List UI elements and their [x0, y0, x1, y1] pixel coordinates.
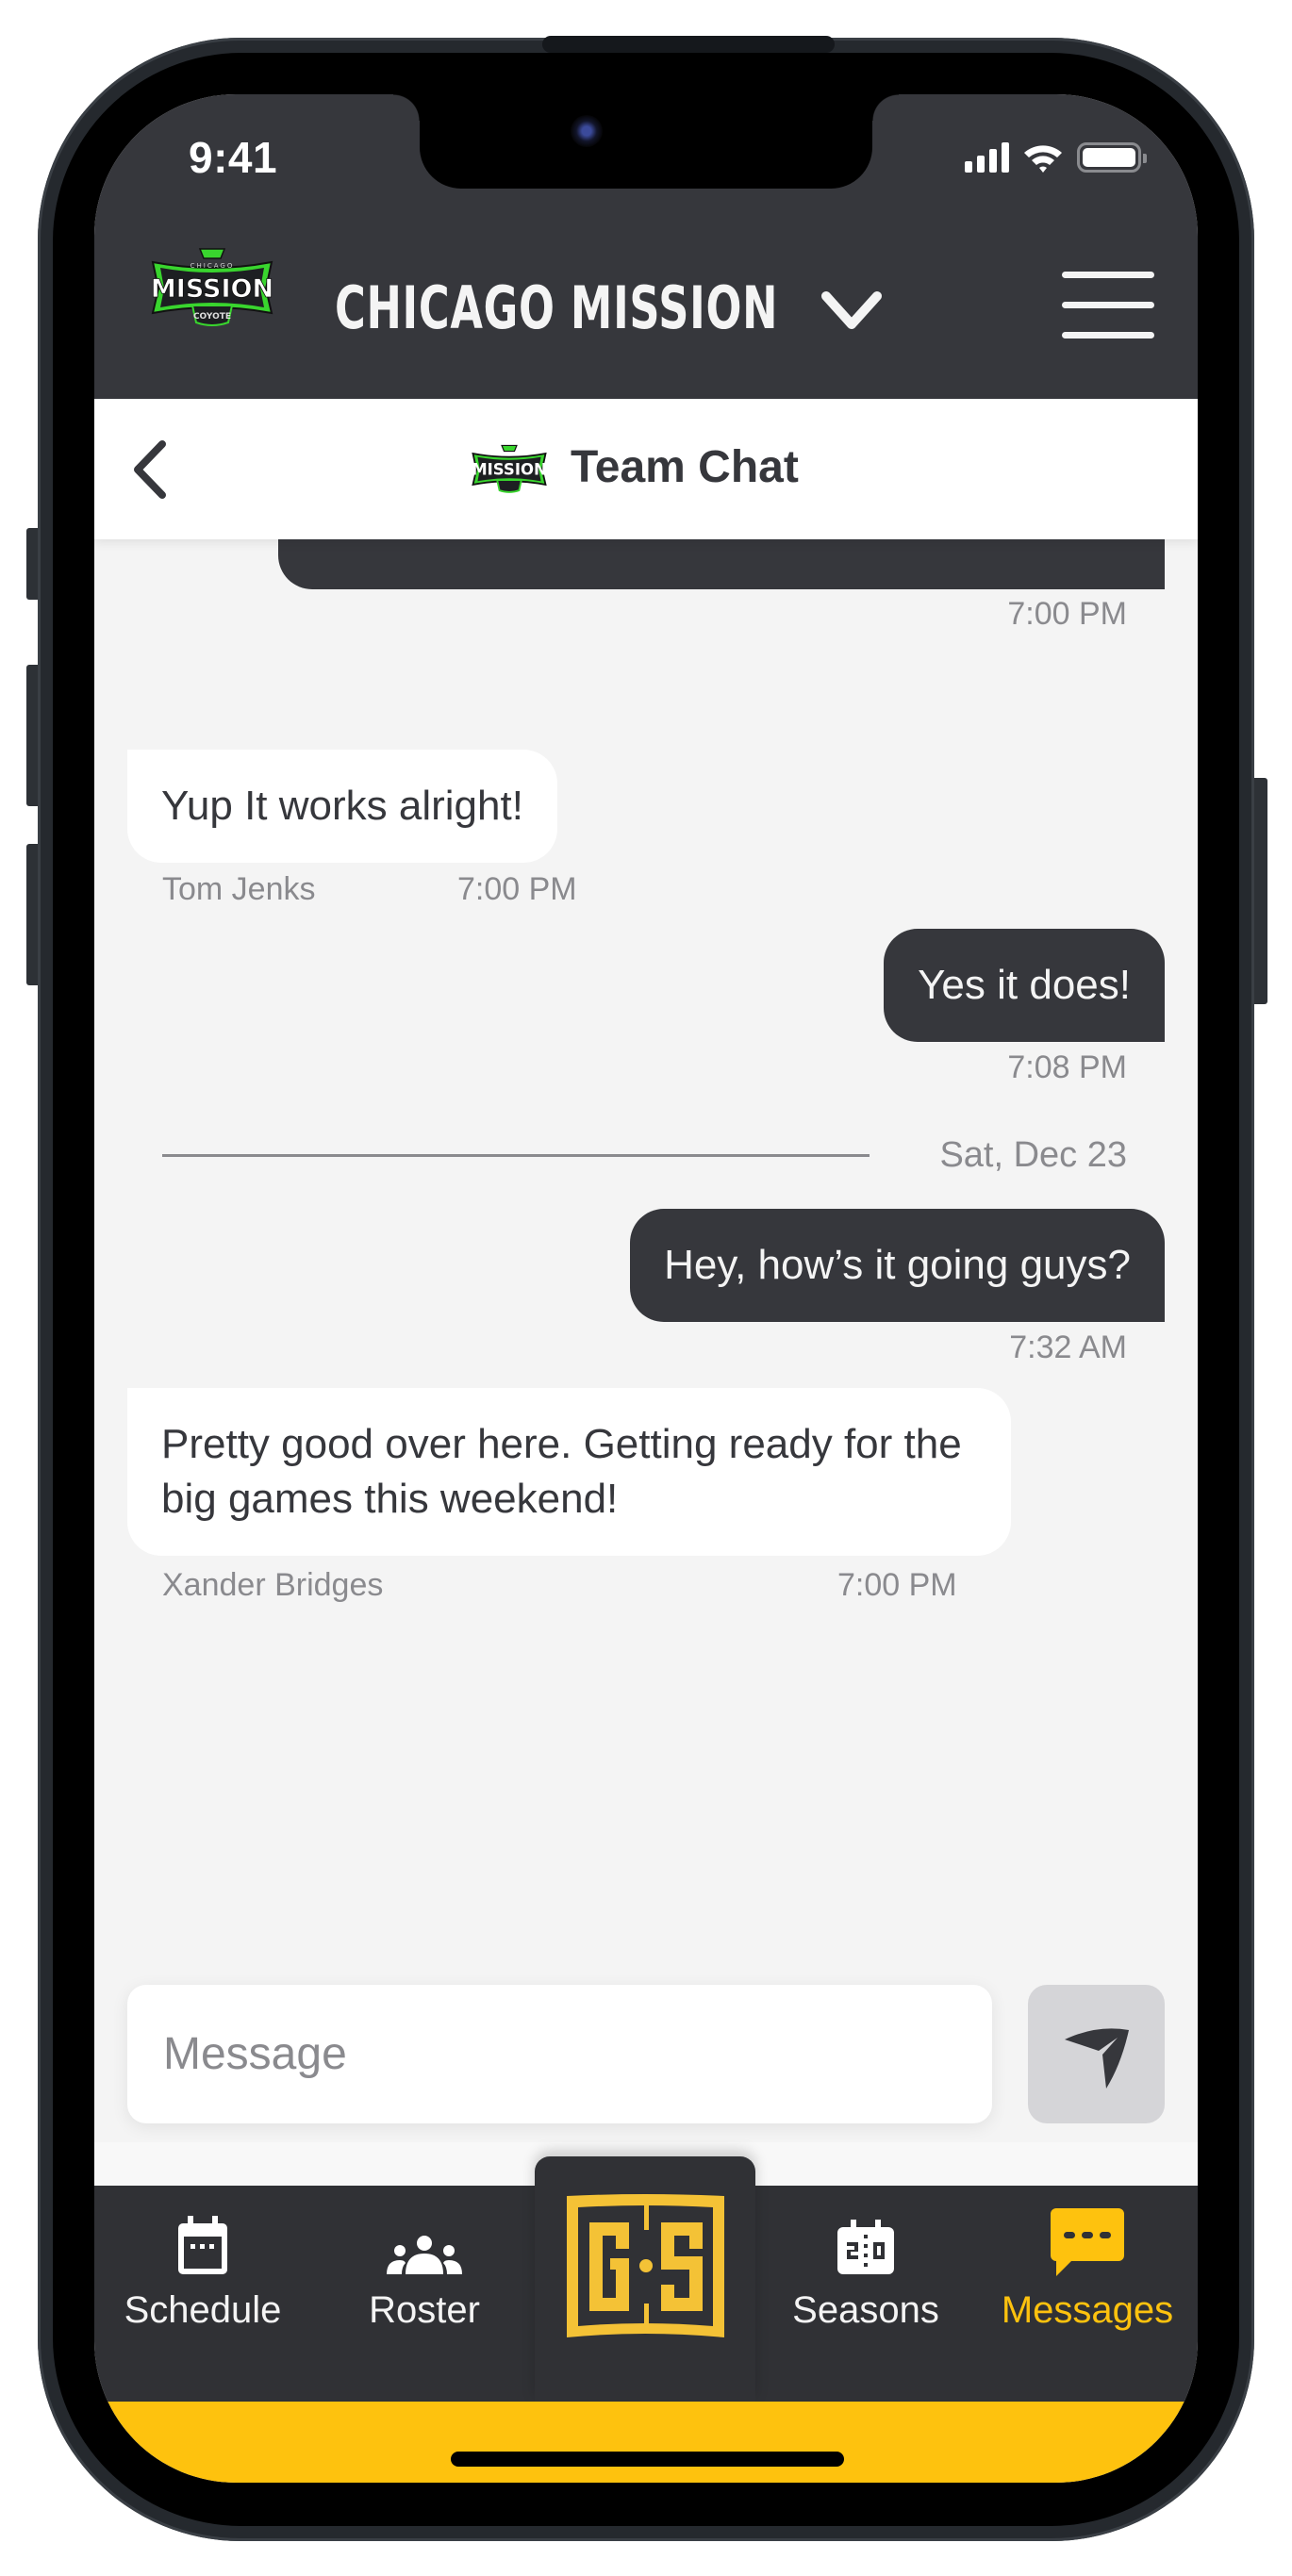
send-icon [1064, 2027, 1129, 2089]
scoreboard-calendar-icon [837, 2220, 894, 2274]
message-list[interactable]: the max width works! 7:00 PM Yup It work… [94, 539, 1198, 2142]
hamburger-line [1062, 302, 1154, 308]
message-bubble-sent: Hey, how’s it going guys? [630, 1209, 1165, 1322]
phone-frame: 9:41 CHICAGO MISSION COYOTE CHICAGO MISS… [38, 36, 1254, 2541]
message-time: 7:00 PM [837, 1567, 957, 1603]
message-text: Yes it does! [918, 962, 1131, 1008]
message-text: Pretty good over here. Getting ready for… [161, 1421, 962, 1522]
nav-label: Messages [1001, 2289, 1174, 2331]
chat-title: Team Chat [571, 442, 799, 492]
message-sender: Xander Bridges [162, 1567, 384, 1603]
message-time: 7:00 PM [457, 871, 577, 907]
chat-bubble-icon [1051, 2208, 1124, 2276]
message-bubble-received: Pretty good over here. Getting ready for… [127, 1388, 1011, 1556]
nav-item-seasons[interactable]: Seasons [762, 2206, 969, 2367]
team-logo-small: MISSION [472, 444, 547, 493]
nav-label: Schedule [124, 2289, 282, 2331]
send-button[interactable] [1028, 1985, 1165, 2123]
hamburger-line [1062, 272, 1154, 278]
nav-item-roster[interactable]: Roster [321, 2206, 528, 2367]
app-header: 9:41 CHICAGO MISSION COYOTE CHICAGO MISS… [94, 94, 1198, 399]
front-camera [571, 115, 603, 147]
nav-home-logo-button[interactable] [535, 2156, 755, 2402]
notch [393, 94, 899, 189]
people-icon [387, 2236, 462, 2274]
calendar-icon [178, 2216, 227, 2274]
gs-logo-icon [567, 2194, 724, 2337]
chat-header: MISSION Team Chat [94, 399, 1198, 539]
earpiece-speaker [542, 36, 835, 53]
message-bubble-received: Yup It works alright! [127, 750, 557, 863]
team-name[interactable]: CHICAGO MISSION [335, 273, 778, 342]
logo-text-bottom: COYOTE [193, 312, 231, 322]
battery-icon [1077, 142, 1147, 173]
message-time: 7:32 AM [1009, 1329, 1127, 1365]
home-indicator[interactable] [451, 2452, 844, 2467]
bottom-accent-bar [94, 2402, 1198, 2483]
screen: 9:41 CHICAGO MISSION COYOTE CHICAGO MISS… [94, 94, 1198, 2483]
logo-text-main: MISSION [472, 461, 547, 479]
message-text: Yup It works alright! [161, 783, 523, 829]
wifi-icon [1024, 145, 1062, 173]
logo-text-top: CHICAGO [190, 262, 235, 270]
menu-button[interactable] [1062, 272, 1154, 339]
message-time: 7:08 PM [1007, 1049, 1127, 1085]
status-icons [965, 141, 1147, 173]
logo-text-main: MISSION [151, 274, 273, 304]
message-bubble-sent: Yes it does! [884, 929, 1165, 1042]
status-time: 9:41 [189, 133, 278, 182]
message-input[interactable] [127, 1985, 992, 2123]
nav-item-schedule[interactable]: Schedule [99, 2206, 306, 2367]
message-sender: Tom Jenks [162, 871, 316, 907]
nav-label: Seasons [792, 2289, 939, 2331]
back-arrow-icon[interactable] [123, 437, 179, 503]
message-text: Hey, how’s it going guys? [664, 1242, 1131, 1288]
date-divider-line [162, 1154, 870, 1157]
power-button [1254, 778, 1267, 1004]
chevron-down-icon[interactable] [819, 283, 885, 339]
message-input-wrapper [127, 1985, 992, 2123]
cellular-signal-icon [965, 142, 1009, 173]
date-separator: Sat, Dec 23 [939, 1135, 1127, 1175]
nav-label: Roster [369, 2289, 480, 2331]
message-time: 7:00 PM [1007, 596, 1127, 632]
message-bubble-sent: the max width works! [278, 539, 1165, 589]
hamburger-line [1062, 332, 1154, 339]
nav-item-messages[interactable]: Messages [984, 2206, 1191, 2367]
team-logo[interactable]: CHICAGO MISSION COYOTE [151, 245, 273, 330]
